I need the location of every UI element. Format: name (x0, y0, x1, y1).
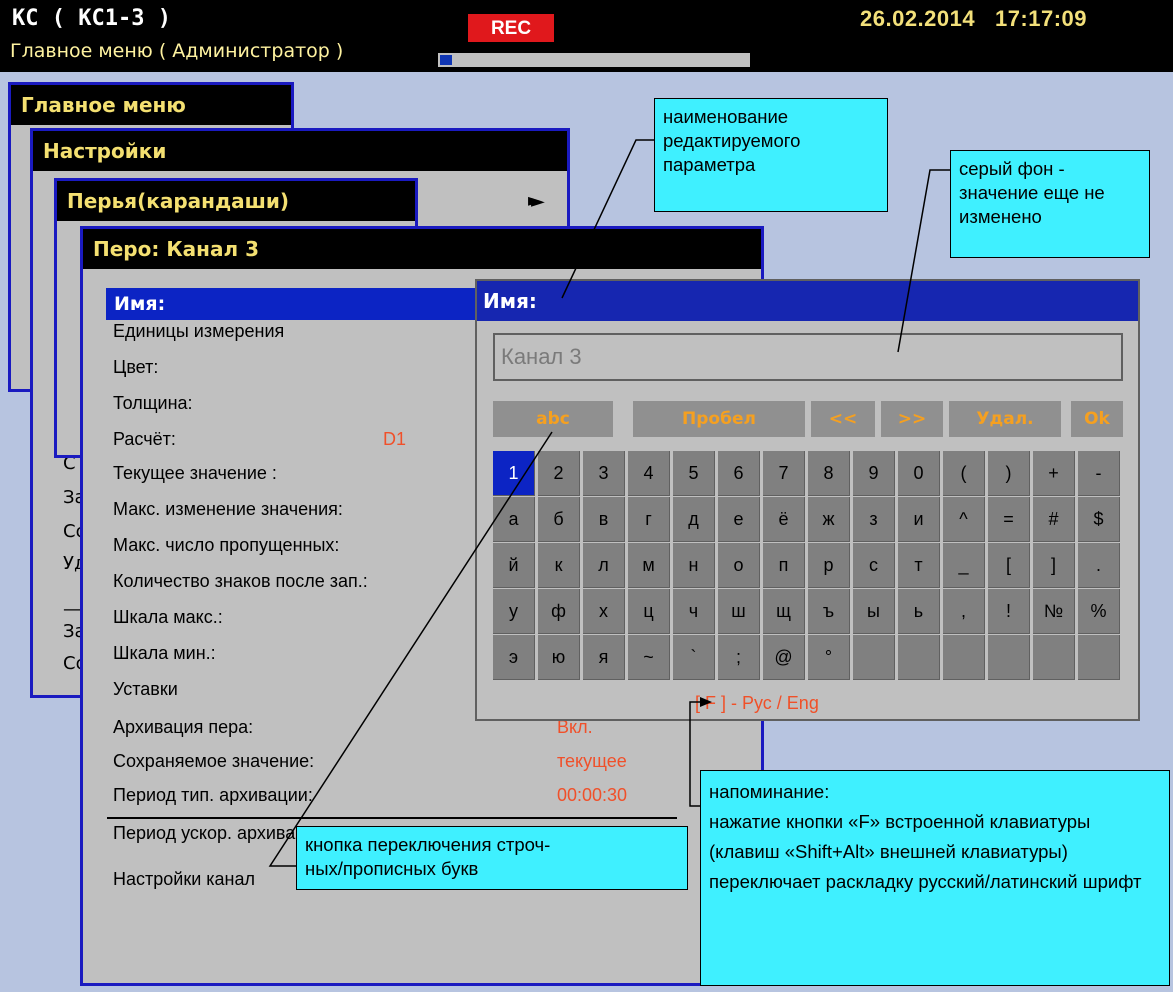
arrowhead-icon (700, 697, 712, 707)
leader-line (561, 139, 654, 299)
leader-line (897, 169, 950, 353)
leader-line (689, 701, 706, 807)
leader-line (268, 431, 553, 867)
callout-leader-lines (268, 139, 950, 867)
